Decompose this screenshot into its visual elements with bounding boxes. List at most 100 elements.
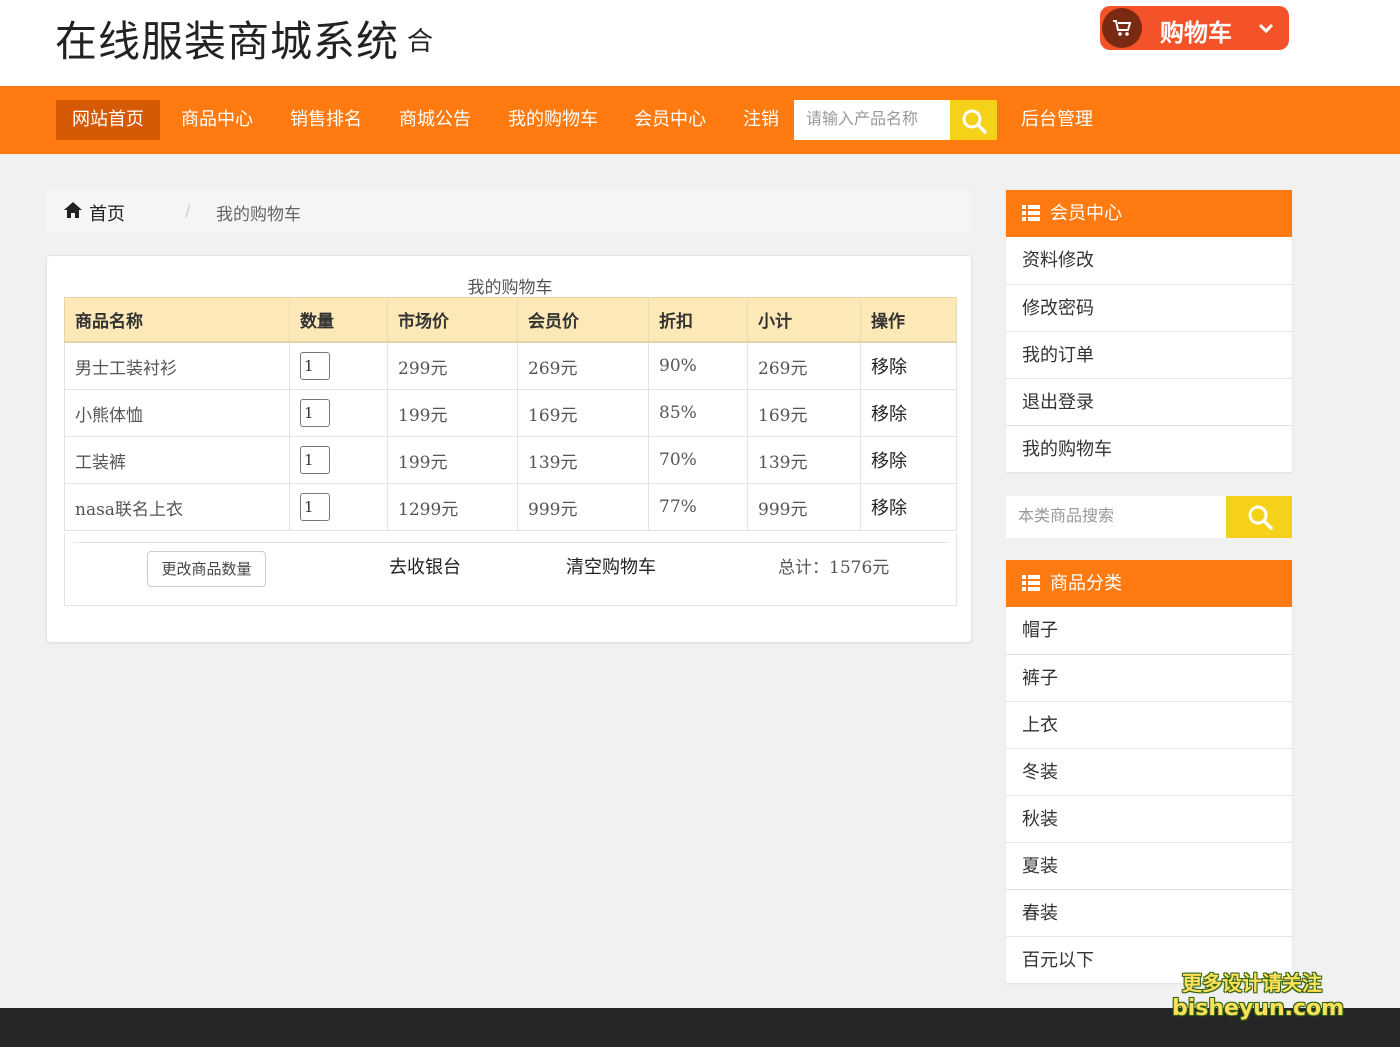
category-box: 商品分类 帽子 裤子 上衣 冬装 秋装 夏装 春装 百元以下 xyxy=(1006,560,1292,983)
cart-footer-divider xyxy=(73,542,948,543)
nav-item-sales-ranking[interactable]: 销售排名 xyxy=(290,100,362,140)
breadcrumb-separator: / xyxy=(185,201,191,220)
category-item-hats[interactable]: 帽子 xyxy=(1006,607,1292,654)
breadcrumb-current: 我的购物车 xyxy=(216,205,301,225)
list-icon xyxy=(1022,575,1040,591)
cart-icon xyxy=(1102,8,1142,48)
member-center-title: 会员中心 xyxy=(1050,203,1122,224)
site-title: 在线服装商城系统合 xyxy=(55,8,434,69)
nav-item-admin[interactable]: 后台管理 xyxy=(1021,100,1093,140)
cell-subtotal: 139元 xyxy=(747,436,861,484)
cell-member-price: 169元 xyxy=(517,389,649,437)
category-item-spring[interactable]: 春装 xyxy=(1006,889,1292,936)
category-item-winter[interactable]: 冬装 xyxy=(1006,748,1292,795)
category-header: 商品分类 xyxy=(1006,560,1292,607)
breadcrumb-home-link[interactable]: 首页 xyxy=(89,200,125,226)
cell-discount: 90% xyxy=(648,342,748,390)
cell-name: 男士工装衬衫 xyxy=(64,342,290,390)
cell-name: 工装裤 xyxy=(64,436,290,484)
cart-table-header: 商品名称 数量 市场价 会员价 折扣 小计 操作 xyxy=(64,297,957,343)
sidebar-item-change-password[interactable]: 修改密码 xyxy=(1006,284,1292,331)
remove-link[interactable]: 移除 xyxy=(860,342,957,390)
site-header: 在线服装商城系统合 购物车 xyxy=(0,0,1400,86)
nav-item-member-center[interactable]: 会员中心 xyxy=(634,100,706,140)
quantity-input[interactable] xyxy=(300,446,330,474)
watermark-line-1: 更多设计请关注 xyxy=(1182,971,1322,995)
main-nav: 网站首页 商品中心 销售排名 商城公告 我的购物车 会员中心 注销 后台管理 xyxy=(0,86,1400,154)
clear-cart-link[interactable]: 清空购物车 xyxy=(566,553,656,579)
column-header-member-price: 会员价 xyxy=(517,297,649,343)
cart-total: 总计：1576元 xyxy=(778,558,890,578)
category-item-pants[interactable]: 裤子 xyxy=(1006,654,1292,701)
table-row: 工装裤 199元 139元 70% 139元 移除 xyxy=(64,436,957,484)
column-header-market-price: 市场价 xyxy=(387,297,518,343)
sidebar-item-edit-profile[interactable]: 资料修改 xyxy=(1006,237,1292,284)
site-title-text: 在线服装商城系统 xyxy=(55,17,400,66)
cell-market-price: 299元 xyxy=(387,342,518,390)
cell-market-price: 199元 xyxy=(387,389,518,437)
cell-discount: 77% xyxy=(648,483,748,531)
remove-link[interactable]: 移除 xyxy=(860,389,957,437)
nav-item-my-cart[interactable]: 我的购物车 xyxy=(508,100,598,140)
breadcrumb: 首页 / 我的购物车 xyxy=(46,190,972,232)
sidebar-item-logout[interactable]: 退出登录 xyxy=(1006,378,1292,425)
remove-link[interactable]: 移除 xyxy=(860,436,957,484)
cell-market-price: 1299元 xyxy=(387,483,518,531)
quantity-input[interactable] xyxy=(300,399,330,427)
sidebar-item-my-cart[interactable]: 我的购物车 xyxy=(1006,425,1292,472)
cell-qty xyxy=(289,342,388,390)
home-icon xyxy=(64,202,82,218)
table-row: nasa联名上衣 1299元 999元 77% 999元 移除 xyxy=(64,483,957,531)
cart-panel: 我的购物车 商品名称 数量 市场价 会员价 折扣 小计 操作 男士工装衬衫 29… xyxy=(46,255,972,643)
nav-item-home[interactable]: 网站首页 xyxy=(56,100,160,140)
list-icon xyxy=(1022,205,1040,221)
category-search-button[interactable] xyxy=(1226,496,1292,538)
quantity-input[interactable] xyxy=(300,352,330,380)
cell-member-price: 269元 xyxy=(517,342,649,390)
category-item-summer[interactable]: 夏装 xyxy=(1006,842,1292,889)
checkout-link[interactable]: 去收银台 xyxy=(389,553,461,579)
quantity-input[interactable] xyxy=(300,493,330,521)
category-title: 商品分类 xyxy=(1050,573,1122,594)
update-quantity-button[interactable]: 更改商品数量 xyxy=(147,551,266,587)
nav-item-products[interactable]: 商品中心 xyxy=(181,100,253,140)
watermark-line-2: bisheyun.com xyxy=(1172,996,1345,1021)
search-icon xyxy=(1248,505,1273,530)
watermark: 更多设计请关注 bisheyun.com xyxy=(1172,970,1345,1022)
column-header-discount: 折扣 xyxy=(648,297,748,343)
cart-button-label: 购物车 xyxy=(1160,19,1232,47)
cell-discount: 70% xyxy=(648,436,748,484)
member-center-box: 会员中心 资料修改 修改密码 我的订单 退出登录 我的购物车 xyxy=(1006,190,1292,472)
cell-name: 小熊体恤 xyxy=(64,389,290,437)
column-header-name: 商品名称 xyxy=(64,297,290,343)
cell-qty xyxy=(289,389,388,437)
nav-item-logout[interactable]: 注销 xyxy=(743,100,779,140)
cell-name: nasa联名上衣 xyxy=(64,483,290,531)
cart-footer: 更改商品数量 去收银台 清空购物车 总计：1576元 xyxy=(64,533,957,606)
cell-qty xyxy=(289,483,388,531)
cell-member-price: 139元 xyxy=(517,436,649,484)
cell-subtotal: 169元 xyxy=(747,389,861,437)
column-header-subtotal: 小计 xyxy=(747,297,861,343)
cell-member-price: 999元 xyxy=(517,483,649,531)
product-search-button[interactable] xyxy=(950,100,997,140)
cart-dropdown-button[interactable]: 购物车 xyxy=(1100,6,1289,50)
table-row: 男士工装衬衫 299元 269元 90% 269元 移除 xyxy=(64,342,957,390)
cell-qty xyxy=(289,436,388,484)
column-header-action: 操作 xyxy=(860,297,957,343)
cell-subtotal: 999元 xyxy=(747,483,861,531)
category-search-input[interactable] xyxy=(1006,496,1226,538)
chevron-down-icon xyxy=(1258,23,1274,34)
product-search-input[interactable] xyxy=(794,100,950,140)
sidebar-item-my-orders[interactable]: 我的订单 xyxy=(1006,331,1292,378)
cell-market-price: 199元 xyxy=(387,436,518,484)
column-header-qty: 数量 xyxy=(289,297,388,343)
nav-item-announcements[interactable]: 商城公告 xyxy=(399,100,471,140)
category-item-autumn[interactable]: 秋装 xyxy=(1006,795,1292,842)
cell-subtotal: 269元 xyxy=(747,342,861,390)
site-title-suffix: 合 xyxy=(407,27,435,57)
cart-caption: 我的购物车 xyxy=(467,278,553,298)
category-item-tops[interactable]: 上衣 xyxy=(1006,701,1292,748)
remove-link[interactable]: 移除 xyxy=(860,483,957,531)
member-center-header: 会员中心 xyxy=(1006,190,1292,237)
